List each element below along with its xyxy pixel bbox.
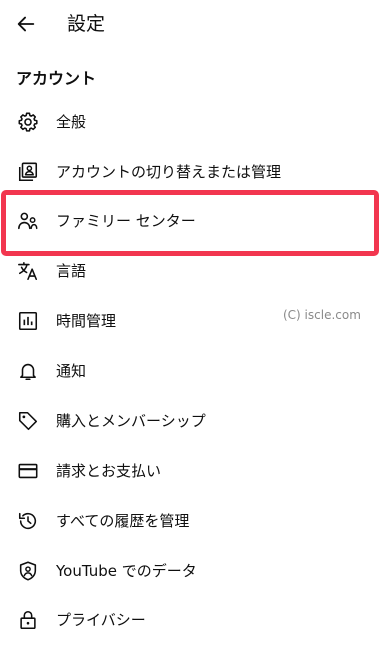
settings-item-language[interactable]: 言語 — [0, 251, 380, 291]
arrow-left-icon — [15, 13, 37, 35]
settings-item-youtube-data[interactable]: YouTube でのデータ — [0, 551, 380, 591]
settings-item-account-switch[interactable]: アカウントの切り替えまたは管理 — [0, 152, 380, 192]
settings-item-general[interactable]: 全般 — [0, 102, 380, 142]
settings-item-purchases[interactable]: 購入とメンバーシップ — [0, 401, 380, 441]
settings-item-family-center[interactable]: ファミリー センター — [0, 201, 380, 241]
settings-item-notifications[interactable]: 通知 — [0, 351, 380, 391]
settings-item-label: YouTube でのデータ — [56, 562, 197, 580]
settings-item-label: 請求とお支払い — [56, 462, 162, 480]
settings-item-label: 全般 — [56, 113, 87, 131]
settings-item-label: 時間管理 — [56, 312, 117, 330]
settings-item-label: 購入とメンバーシップ — [56, 412, 206, 430]
settings-item-privacy[interactable]: プライバシー — [0, 600, 380, 640]
settings-item-label: すべての履歴を管理 — [56, 512, 190, 530]
page-title: 設定 — [67, 13, 106, 35]
account-switch-icon — [17, 161, 39, 183]
family-icon — [17, 210, 39, 232]
settings-item-label: アカウントの切り替えまたは管理 — [56, 163, 282, 181]
shield-person-icon — [17, 560, 39, 582]
gear-icon — [17, 111, 39, 133]
history-icon — [17, 510, 39, 532]
settings-item-history[interactable]: すべての履歴を管理 — [0, 501, 380, 541]
settings-item-label: 言語 — [56, 262, 87, 280]
settings-item-label: プライバシー — [56, 611, 146, 629]
bell-icon — [17, 360, 39, 382]
back-button[interactable] — [10, 8, 42, 40]
watermark-text: (C) iscle.com — [283, 308, 361, 322]
bar-chart-icon — [17, 310, 39, 332]
settings-item-label: ファミリー センター — [56, 212, 196, 230]
translate-icon — [17, 260, 39, 282]
section-title: アカウント — [16, 69, 97, 88]
tag-icon — [17, 410, 39, 432]
lock-icon — [17, 609, 39, 631]
credit-card-icon — [17, 460, 39, 482]
settings-item-billing[interactable]: 請求とお支払い — [0, 451, 380, 491]
settings-item-label: 通知 — [56, 362, 87, 380]
app-header: 設定 — [0, 0, 380, 48]
